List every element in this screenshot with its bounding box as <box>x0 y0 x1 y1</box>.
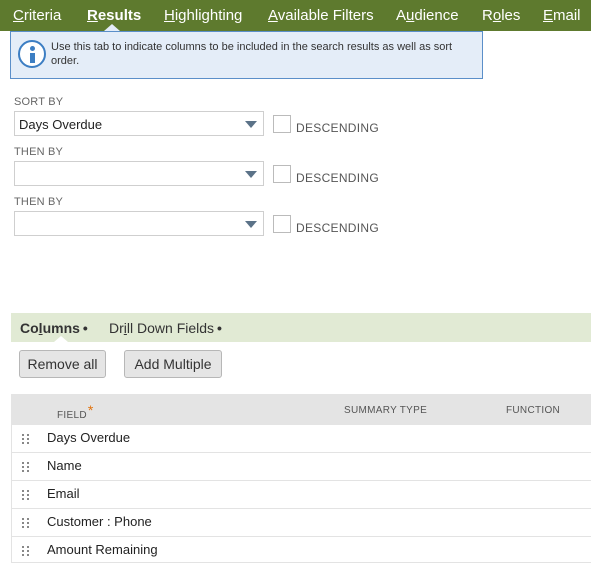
then-by-descending-checkbox-2[interactable] <box>273 215 291 233</box>
subtab-bullet: • <box>82 320 88 336</box>
subtab-label-post: ll Down Fields <box>126 320 215 336</box>
summary-type-column-header: SUMMARY TYPE <box>344 405 428 416</box>
tab-label-accesskey: E <box>543 7 554 24</box>
field-cell: Days Overdue <box>47 430 131 445</box>
table-row[interactable]: Email <box>11 481 591 509</box>
tab-criteria[interactable]: Criteria <box>13 7 61 24</box>
tab-label-accesskey: C <box>13 7 24 24</box>
active-subtab-pointer <box>54 336 68 342</box>
then-by-descending-label-1: DESCENDING <box>296 171 380 185</box>
field-cell: Amount Remaining <box>47 542 158 557</box>
sort-by-descending-label: DESCENDING <box>296 121 380 135</box>
table-left-border <box>11 425 12 563</box>
field-header-label: FIELD <box>57 410 87 421</box>
field-cell: Name <box>47 458 82 473</box>
chevron-down-icon <box>245 171 257 178</box>
sort-by-value: Days Overdue <box>19 117 103 132</box>
chevron-down-icon <box>245 221 257 228</box>
table-row[interactable]: Customer : Phone <box>11 509 591 537</box>
tab-label-post: mail <box>553 7 581 24</box>
tab-label-post: dience <box>414 7 459 24</box>
tab-label-accesskey: o <box>492 7 502 24</box>
chevron-down-icon <box>245 121 257 128</box>
then-by-descending-checkbox-1[interactable] <box>273 165 291 183</box>
tab-label-post: esults <box>97 7 142 24</box>
add-multiple-button[interactable]: Add Multiple <box>124 350 222 378</box>
required-marker: * <box>87 402 94 418</box>
tab-label-post: ighlighting <box>174 7 243 24</box>
drag-handle-icon[interactable] <box>22 490 30 501</box>
info-icon <box>18 40 46 68</box>
table-row[interactable]: Days Overdue <box>11 425 591 453</box>
columns-table-header: FIELD* SUMMARY TYPE FUNCTION <box>11 394 591 425</box>
then-by-descending-label-2: DESCENDING <box>296 221 380 235</box>
active-tab-pointer <box>104 24 120 31</box>
remove-all-button[interactable]: Remove all <box>19 350 106 378</box>
table-row[interactable]: Name <box>11 453 591 481</box>
drag-handle-icon[interactable] <box>22 518 30 529</box>
tab-label-pre: R <box>482 7 493 24</box>
sort-by-label: SORT BY <box>14 96 64 108</box>
then-by-label-2: THEN BY <box>14 196 64 208</box>
tab-results[interactable]: Results <box>87 7 141 24</box>
info-message-text: Use this tab to indicate columns to be i… <box>51 41 453 67</box>
function-column-header: FUNCTION <box>506 405 561 416</box>
then-by-select-1[interactable] <box>14 161 264 186</box>
field-cell: Customer : Phone <box>47 514 152 529</box>
subtab-drill-down-fields[interactable]: Drill Down Fields • <box>109 320 222 336</box>
then-by-label-1: THEN BY <box>14 146 64 158</box>
tab-available-filters[interactable]: Available Filters <box>268 7 374 24</box>
subtab-label-post: umns <box>42 320 80 336</box>
subtab-label-pre: Co <box>20 320 39 336</box>
tab-label-post: riteria <box>23 7 62 24</box>
subtab-label-pre: Dr <box>109 320 124 336</box>
field-cell: Email <box>47 486 80 501</box>
tab-audience[interactable]: Audience <box>396 7 459 24</box>
sort-by-descending-checkbox[interactable] <box>273 115 291 133</box>
tab-label-accesskey: R <box>87 7 98 24</box>
drag-handle-icon[interactable] <box>22 434 30 445</box>
tab-email[interactable]: Email <box>543 7 581 24</box>
subtab-columns[interactable]: Columns • <box>20 320 88 336</box>
field-column-header: FIELD* <box>57 402 94 421</box>
top-tab-bar: Criteria Results Highlighting Available … <box>0 0 591 31</box>
subtab-bullet: • <box>217 320 222 336</box>
tab-label-accesskey: H <box>164 7 175 24</box>
drag-handle-icon[interactable] <box>22 462 30 473</box>
subtab-bar: Columns • Drill Down Fields • <box>11 313 591 342</box>
tab-roles[interactable]: Roles <box>482 7 520 24</box>
tab-highlighting[interactable]: Highlighting <box>164 7 242 24</box>
sort-by-select[interactable]: Days Overdue <box>14 111 264 136</box>
then-by-select-2[interactable] <box>14 211 264 236</box>
tab-label-pre: A <box>396 7 407 24</box>
table-row[interactable]: Amount Remaining <box>11 537 591 563</box>
tab-label-post: les <box>501 7 521 24</box>
drag-handle-icon[interactable] <box>22 546 30 557</box>
tab-label-accesskey: A <box>268 7 278 24</box>
tab-label-post: vailable Filters <box>277 7 374 24</box>
info-message-box: Use this tab to indicate columns to be i… <box>10 31 483 79</box>
